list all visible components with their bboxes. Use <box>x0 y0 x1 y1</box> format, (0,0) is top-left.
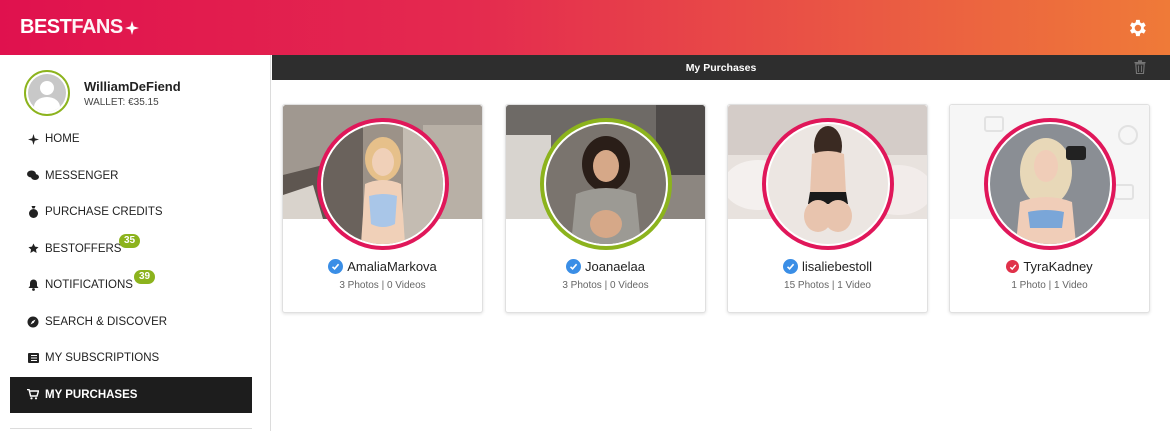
trash-icon[interactable] <box>1134 60 1146 74</box>
creator-name-row: Joanaelaa <box>506 259 705 274</box>
bestoffers-count-badge: 35 <box>119 233 141 248</box>
sidebar-item-label: HOME <box>45 133 80 146</box>
sidebar: WilliamDeFiend WALLET: €35.15 HOME MESSE… <box>0 55 271 431</box>
sidebar-item-search-discover[interactable]: SEARCH & DISCOVER <box>0 304 270 341</box>
profile-picture <box>546 124 666 244</box>
logo-text-fans: FANS <box>71 16 123 38</box>
profile-picture-ring <box>984 118 1116 250</box>
sidebar-item-home[interactable]: HOME <box>0 121 270 158</box>
media-count: 3 Photos | 0 Videos <box>562 280 649 291</box>
chat-icon <box>27 170 39 182</box>
user-profile[interactable]: WilliamDeFiend WALLET: €35.15 <box>0 55 270 121</box>
verified-badge-icon <box>328 259 344 274</box>
purchase-card-lisaliebestoll[interactable]: lisaliebestoll 15 Photos | 1 Video <box>727 104 928 313</box>
star-icon <box>27 133 39 145</box>
top-header: BEST FANS <box>0 0 1170 55</box>
notifications-count-badge: 39 <box>134 270 156 284</box>
sidebar-nav: HOME MESSENGER PURCHASE CREDITS BESTOFFE… <box>0 121 270 413</box>
creator-name: TyraKadney <box>1023 259 1093 274</box>
sidebar-item-purchase-credits[interactable]: PURCHASE CREDITS <box>0 194 270 231</box>
sidebar-item-label: BESTOFFERS <box>45 242 122 255</box>
sidebar-item-messenger[interactable]: MESSENGER <box>0 158 270 195</box>
sidebar-item-label: MY PURCHASES <box>45 388 138 401</box>
creator-name-row: AmaliaMarkova <box>283 259 482 274</box>
bell-icon <box>27 279 39 292</box>
sidebar-item-notifications[interactable]: NOTIFICATIONS 39 <box>0 267 270 304</box>
money-bag-icon <box>27 206 39 219</box>
list-icon <box>27 352 39 364</box>
media-count: 3 Photos | 0 Videos <box>339 280 426 291</box>
default-user-icon <box>28 74 66 112</box>
sidebar-item-label: MESSENGER <box>45 169 119 182</box>
bestfans-logo[interactable]: BEST FANS <box>20 16 139 39</box>
sidebar-item-label: SEARCH & DISCOVER <box>45 315 168 328</box>
sidebar-item-my-purchases[interactable]: MY PURCHASES <box>10 376 252 413</box>
verified-badge-icon <box>782 259 798 274</box>
profile-picture-ring <box>317 118 449 250</box>
sidebar-divider <box>10 428 252 429</box>
sidebar-item-label: PURCHASE CREDITS <box>45 206 163 219</box>
purchase-card-joanaelaa[interactable]: Joanaelaa 3 Photos | 0 Videos <box>505 104 706 313</box>
verified-badge-icon <box>1006 260 1020 273</box>
media-count: 1 Photo | 1 Video <box>1011 280 1088 291</box>
creator-name-row: TyraKadney <box>950 259 1149 274</box>
profile-picture <box>990 124 1110 244</box>
sidebar-item-bestoffers[interactable]: BESTOFFERS 35 <box>0 231 270 268</box>
page-title-bar: My Purchases <box>272 55 1170 80</box>
cart-icon <box>27 389 39 401</box>
compass-icon <box>27 316 39 328</box>
creator-name: Joanaelaa <box>585 259 645 274</box>
media-count: 15 Photos | 1 Video <box>784 280 871 291</box>
sidebar-item-label: NOTIFICATIONS <box>45 279 133 292</box>
sidebar-item-label: MY SUBSCRIPTIONS <box>45 352 160 365</box>
creator-name-row: lisaliebestoll <box>728 259 927 274</box>
creator-name: AmaliaMarkova <box>347 259 437 274</box>
purchase-card-tyrakadney[interactable]: TyraKadney 1 Photo | 1 Video <box>949 104 1150 313</box>
profile-picture-ring <box>540 118 672 250</box>
wallet-balance: WALLET: €35.15 <box>84 96 159 108</box>
sidebar-item-my-subscriptions[interactable]: MY SUBSCRIPTIONS <box>0 340 270 377</box>
logo-text-best: BEST <box>20 16 72 38</box>
username: WilliamDeFiend <box>84 78 181 94</box>
star-icon <box>27 243 39 255</box>
profile-picture-ring <box>762 118 894 250</box>
logo-star-icon <box>124 20 139 35</box>
gear-icon[interactable] <box>1126 17 1148 39</box>
verified-badge-icon <box>566 259 581 274</box>
purchase-card-amaliamarkova[interactable]: AmaliaMarkova 3 Photos | 0 Videos <box>282 104 483 313</box>
profile-picture <box>323 124 443 244</box>
page-title: My Purchases <box>685 61 757 74</box>
creator-name: lisaliebestoll <box>801 259 873 274</box>
profile-picture <box>768 124 888 244</box>
avatar[interactable] <box>24 70 70 116</box>
